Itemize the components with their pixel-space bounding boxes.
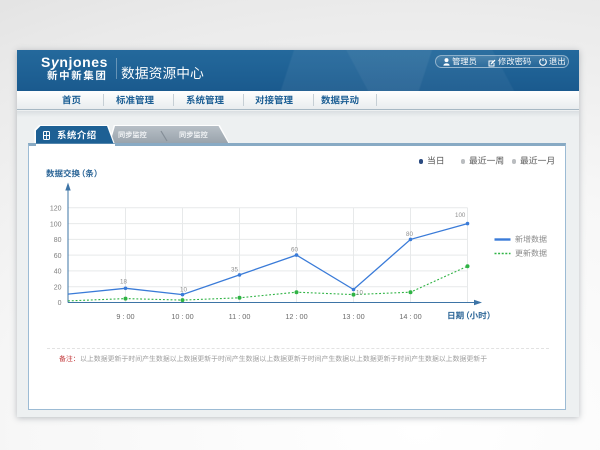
svg-text:11 : 00: 11 : 00 xyxy=(229,312,251,321)
svg-text:60: 60 xyxy=(54,253,62,260)
svg-text:14 : 00: 14 : 00 xyxy=(399,312,421,321)
svg-text:12 : 00: 12 : 00 xyxy=(285,312,307,321)
svg-text:60: 60 xyxy=(291,246,298,253)
svg-text:13 : 00: 13 : 00 xyxy=(342,312,364,321)
svg-text:35: 35 xyxy=(231,266,238,273)
svg-text:10: 10 xyxy=(180,286,187,293)
svg-text:10: 10 xyxy=(356,290,363,297)
svg-text:80: 80 xyxy=(54,237,62,244)
svg-text:9 : 00: 9 : 00 xyxy=(116,312,134,321)
svg-text:18: 18 xyxy=(120,279,127,286)
svg-text:10 : 00: 10 : 00 xyxy=(171,312,193,321)
svg-text:100: 100 xyxy=(455,212,466,219)
svg-text:20: 20 xyxy=(54,284,62,291)
svg-text:100: 100 xyxy=(50,221,62,228)
svg-text:40: 40 xyxy=(54,269,62,276)
svg-text:0: 0 xyxy=(58,300,62,307)
svg-text:120: 120 xyxy=(50,206,62,213)
svg-text:80: 80 xyxy=(406,231,413,238)
